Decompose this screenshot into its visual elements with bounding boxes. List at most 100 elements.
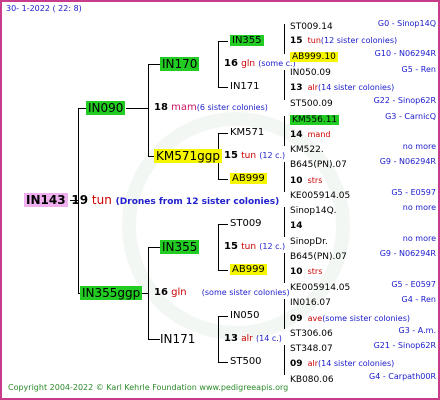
g5-origin: G22 - Sinop62R <box>373 96 436 105</box>
g5-id[interactable]: ST500.09 <box>290 99 333 109</box>
dam-node[interactable]: IN355ggp <box>80 286 143 300</box>
g4-id[interactable]: AB999 <box>230 173 267 184</box>
g4-id[interactable]: IN355 <box>230 35 264 46</box>
sd-id[interactable]: KM571ggp <box>154 149 222 163</box>
pedigree-frame: 30- 1-2022 ( 22: 8) IN143 19 tun (Drones… <box>0 0 440 400</box>
g5-id[interactable]: KM522. <box>290 145 324 155</box>
g5-origin: G21 - Sinop62R <box>373 341 436 350</box>
ds-breed: tun <box>241 242 257 252</box>
root-note: (Drones from 12 sister colonies) <box>115 197 280 207</box>
g5-origin: G3 - A.m. <box>398 326 436 335</box>
g5-origin: no more <box>402 234 436 243</box>
sire-breed: mam <box>171 102 197 113</box>
sire-note: (6 sister colonies) <box>196 103 268 112</box>
ss-info: 16 gln (some c.) <box>224 57 296 71</box>
root-id[interactable]: IN143 <box>24 193 68 207</box>
g5-id[interactable]: KE005914.05 <box>290 283 350 293</box>
dam-id[interactable]: IN355ggp <box>80 286 143 300</box>
dam-breed: gln <box>171 287 187 298</box>
g5-id[interactable]: AB999.10 <box>290 52 338 62</box>
g5-row: B645(PN).07 <box>290 155 347 172</box>
g4-node[interactable]: KM571 <box>230 126 264 140</box>
dd-info: 13 alr (14 c.) <box>224 332 282 346</box>
g4-id[interactable]: IN050 <box>230 310 260 321</box>
g5-gen: 10 <box>290 176 303 186</box>
g4-node[interactable]: ST500 <box>230 355 262 369</box>
g4-node[interactable]: IN355 <box>230 34 264 48</box>
sd-gen: 15 <box>224 150 238 161</box>
dd-breed: alr <box>241 334 253 344</box>
g5-note: (some sister colonies) <box>322 314 410 323</box>
g5-id[interactable]: B645(PN).07 <box>290 160 347 170</box>
g5-id[interactable]: IN016.07 <box>290 298 331 308</box>
sd-node[interactable]: KM571ggp <box>154 149 222 163</box>
g4-node[interactable]: AB999 <box>230 172 267 186</box>
g5-row: 13 alr(14 sister colonies) <box>290 78 394 95</box>
g5-origin: no more <box>402 203 436 212</box>
g5-id[interactable]: ST348.07 <box>290 344 333 354</box>
g5-row: IN016.07 <box>290 293 331 310</box>
root-breed: tun <box>91 193 112 207</box>
ss-node[interactable]: IN170 <box>160 57 200 71</box>
g5-id[interactable]: SinopDr. <box>290 237 328 247</box>
g5-id[interactable]: KE005914.05 <box>290 191 350 201</box>
g5-row: 10 strs <box>290 262 322 279</box>
g4-node[interactable]: ST009 <box>230 217 262 231</box>
g4-id[interactable]: KM571 <box>230 127 264 138</box>
g5-breed: alr <box>307 83 319 92</box>
g5-origin: G5 - E0597 <box>391 188 436 197</box>
g4-id[interactable]: ST009 <box>230 218 262 229</box>
g5-row: ST500.09 <box>290 94 333 111</box>
g5-origin: G9 - N06294R <box>379 157 436 166</box>
sd-info: 15 tun (12 c.) <box>224 149 285 163</box>
g5-breed: mand <box>307 130 331 139</box>
g4-node[interactable]: AB999 <box>230 263 267 277</box>
sire-id[interactable]: IN090 <box>86 101 126 115</box>
ss-breed: gln <box>241 59 256 69</box>
dd-note: (14 c.) <box>256 334 282 343</box>
ss-id[interactable]: IN170 <box>160 57 200 71</box>
g4-node[interactable]: IN171 <box>230 80 260 94</box>
sd-breed: tun <box>241 151 257 161</box>
g5-origin: G3 - CarnicQ <box>385 112 436 121</box>
ds-id[interactable]: IN355 <box>160 240 200 254</box>
g5-row: 15 tun(12 sister colonies) <box>290 31 397 48</box>
g5-row: KB080.06 <box>290 370 334 387</box>
g5-id[interactable]: Sinop14Q. <box>290 206 337 216</box>
root-gen: 19 <box>71 193 89 207</box>
dam-info: 16 gln (some sister colonies) <box>154 286 290 300</box>
dd-id[interactable]: IN171 <box>160 332 195 346</box>
g4-id[interactable]: AB999 <box>230 264 267 275</box>
g5-row: AB999.10 <box>290 47 338 64</box>
g5-id[interactable]: KM556.11 <box>290 115 340 125</box>
g5-gen: 14 <box>290 130 303 140</box>
ds-node[interactable]: IN355 <box>160 240 200 254</box>
root-node[interactable]: IN143 19 tun (Drones from 12 sister colo… <box>24 193 279 209</box>
g5-breed: strs <box>307 267 323 276</box>
ds-gen: 15 <box>224 241 238 252</box>
g4-node[interactable]: IN050 <box>230 309 260 323</box>
g5-id[interactable]: IN050.09 <box>290 68 331 78</box>
sd-note: (12 c.) <box>259 151 286 160</box>
ds-info: 15 tun (12 c.) <box>224 240 285 254</box>
sire-node[interactable]: IN090 <box>86 101 126 115</box>
g5-gen: 15 <box>290 36 303 46</box>
g5-breed: tun <box>307 36 321 45</box>
dd-node[interactable]: IN171 <box>160 332 195 346</box>
g4-id[interactable]: IN171 <box>230 81 260 92</box>
g5-origin: G10 - N06294R <box>374 49 436 58</box>
g5-gen: 10 <box>290 267 303 277</box>
dd-gen: 13 <box>224 333 238 344</box>
g5-origin: G0 - Sinop14Q <box>377 19 436 28</box>
date-stamp: 30- 1-2022 ( 22: 8) <box>6 4 82 13</box>
g5-breed: ave <box>307 314 323 323</box>
sire-info: 18 mam(6 sister colonies) <box>154 101 268 115</box>
g5-id[interactable]: KB080.06 <box>290 375 334 385</box>
dam-gen: 16 <box>154 287 168 298</box>
g4-id[interactable]: ST500 <box>230 356 262 367</box>
g5-id[interactable]: B645(PN).07 <box>290 252 347 262</box>
g5-gen: 14 <box>290 221 303 231</box>
g5-note: (14 sister colonies) <box>318 359 395 368</box>
dam-note: (some sister colonies) <box>201 288 290 297</box>
g5-id[interactable]: ST306.06 <box>290 329 333 339</box>
